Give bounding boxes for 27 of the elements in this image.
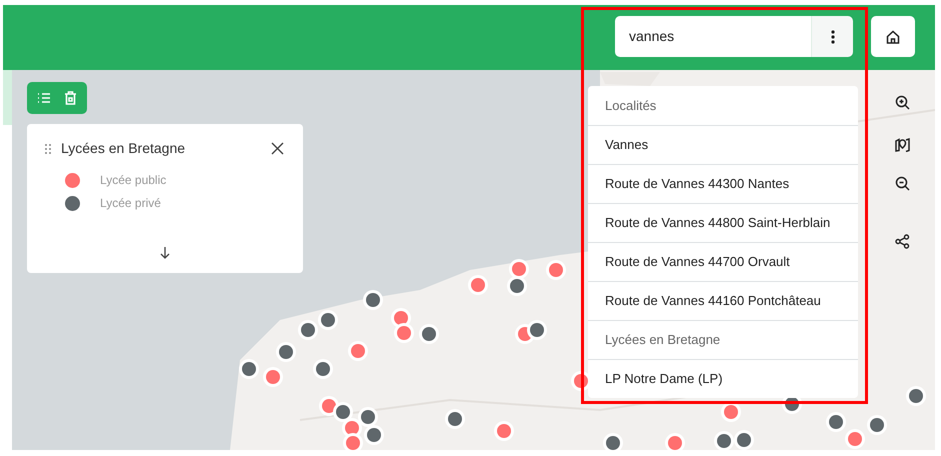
- close-button[interactable]: [269, 140, 285, 156]
- share-icon: [894, 234, 910, 248]
- home-button[interactable]: [871, 16, 915, 57]
- search-field[interactable]: vannes: [615, 16, 811, 57]
- result-item[interactable]: Route de Vannes 44300 Nantes: [588, 164, 858, 203]
- legend-label: Lycée public: [100, 172, 166, 189]
- result-item[interactable]: Route de Vannes 44700 Orvault: [588, 242, 858, 281]
- more-icon: [830, 30, 834, 44]
- list-icon: [37, 91, 51, 105]
- close-icon: [270, 142, 284, 155]
- arrow-down-icon[interactable]: [160, 247, 170, 259]
- result-item[interactable]: LP Notre Dame (LP): [588, 359, 858, 398]
- zoom-out-icon: [894, 176, 910, 190]
- map-pin-icon: [894, 136, 910, 152]
- legend-title: Lycées en Bretagne: [61, 139, 186, 158]
- result-item[interactable]: Vannes: [588, 125, 858, 164]
- result-item[interactable]: Route de Vannes 44160 Pontchâteau: [588, 281, 858, 320]
- home-icon: [886, 30, 900, 44]
- search-input[interactable]: vannes: [629, 26, 799, 47]
- results-group-header: Lycées en Bretagne: [588, 320, 858, 359]
- zoom-in-icon: [894, 94, 910, 110]
- result-item[interactable]: Route de Vannes 44800 Saint-Herblain: [588, 203, 858, 242]
- side-panel-strip: [3, 70, 12, 125]
- legend-label: Lycée privé: [100, 195, 161, 212]
- results-group-header: Localités: [604, 96, 658, 115]
- drag-handle-icon[interactable]: [45, 144, 51, 154]
- trash-icon: [64, 91, 76, 105]
